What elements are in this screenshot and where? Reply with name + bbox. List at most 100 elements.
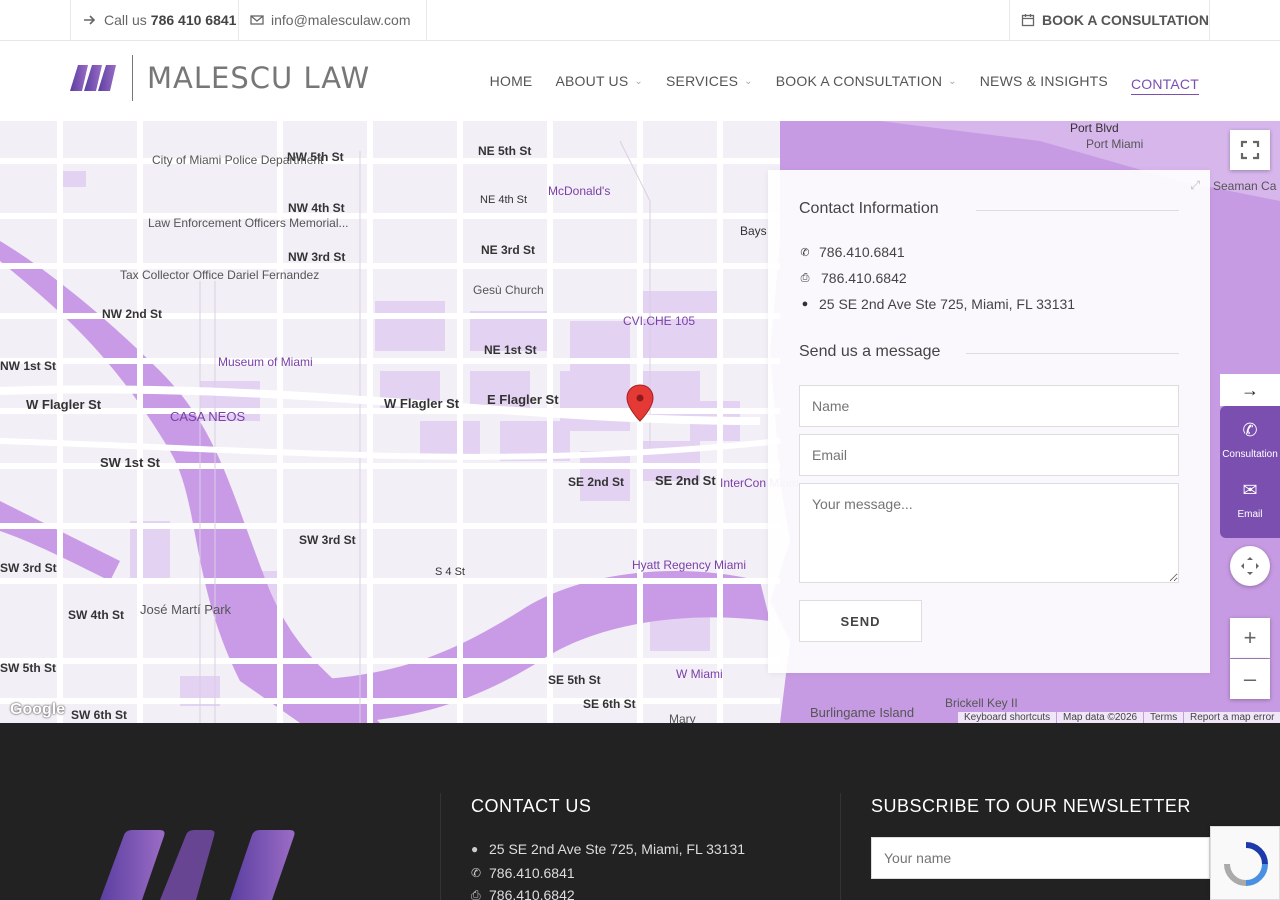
map-street-label: SE 5th St <box>548 673 601 687</box>
message-textarea[interactable] <box>799 483 1179 583</box>
contact-address-value: 25 SE 2nd Ave Ste 725, Miami, FL 33131 <box>819 296 1076 312</box>
google-logo: Google <box>10 701 66 718</box>
phone-icon: ✆ <box>1242 420 1258 440</box>
map-poi-label: Hyatt Regency Miami <box>632 558 747 572</box>
map-street-label: SW 6th St <box>71 708 127 722</box>
map-poi-label: CVI.CHE 105 <box>623 314 696 328</box>
top-book-consultation-link[interactable]: BOOK A CONSULTATION <box>1009 0 1210 40</box>
nav-services[interactable]: SERVICES ⌄ <box>666 61 753 101</box>
phone-icon: ✆ <box>471 866 482 880</box>
map-street-label: SW 5th St <box>0 661 56 675</box>
email-input[interactable] <box>799 434 1179 476</box>
arrow-right-icon: → <box>1241 379 1259 400</box>
map-street-label: SW 3rd St <box>0 561 57 575</box>
consultation-label: Consultation <box>1222 449 1278 460</box>
consultation-button[interactable]: ✆ Consultation <box>1220 410 1280 470</box>
footer-fax-value: 786.410.6842 <box>489 887 575 900</box>
fullscreen-icon <box>1240 140 1260 160</box>
map-street-label: SE 2nd St <box>655 473 716 488</box>
map-data-label: Map data ©2026 <box>1057 712 1144 723</box>
map-poi-label: Burlingame Island <box>810 705 915 720</box>
chevron-down-icon: ⌄ <box>948 75 957 87</box>
title-rule <box>976 210 1179 211</box>
map-street-label: NW 3rd St <box>288 250 346 264</box>
widget-buttons: ✆ Consultation ✉ Email <box>1220 406 1280 538</box>
map-street-label: S 4 St <box>435 566 465 578</box>
top-book-label: BOOK A CONSULTATION <box>1042 12 1209 28</box>
widget-toggle[interactable]: → <box>1220 374 1280 406</box>
contact-fax-value: 786.410.6842 <box>821 270 907 286</box>
email-label: Email <box>1237 509 1263 520</box>
map-poi-label: CASA NEOS <box>170 409 246 424</box>
arrow-right-icon <box>84 15 96 25</box>
map-street-label: SW 1st St <box>100 455 160 470</box>
contact-info-title: Contact Information <box>799 200 939 217</box>
top-call-link[interactable]: Call us 786 410 6841 <box>70 0 239 40</box>
map-street-label: Bays <box>740 224 767 238</box>
map-street-label: E Flagler St <box>487 392 559 407</box>
top-email-link[interactable]: info@malesculaw.com <box>238 0 427 40</box>
map-street-label: SE 2nd St <box>568 475 625 489</box>
recaptcha-badge[interactable] <box>1210 826 1280 900</box>
email-button[interactable]: ✉ Email <box>1220 470 1280 530</box>
contact-address: ● 25 SE 2nd Ave Ste 725, Miami, FL 33131 <box>799 296 1075 312</box>
map-street-label: NE 5th St <box>478 144 532 158</box>
map-poi-label: Museum of Miami <box>218 355 313 369</box>
top-email: info@malesculaw.com <box>271 12 411 28</box>
phone-icon: ✆ <box>800 246 810 259</box>
zoom-out-button[interactable]: – <box>1230 659 1270 699</box>
footer-phone[interactable]: ✆ 786.410.6841 <box>471 865 575 881</box>
contact-phone-value: 786.410.6841 <box>819 244 905 260</box>
map-poi-label: Mary <box>669 712 696 723</box>
nav-contact[interactable]: CONTACT <box>1130 73 1199 95</box>
chevron-down-icon: ⌄ <box>634 75 643 87</box>
footer-address: ● 25 SE 2nd Ave Ste 725, Miami, FL 33131 <box>471 841 745 857</box>
message-title: Send us a message <box>799 343 941 360</box>
map-street-label: NE 1st St <box>484 343 537 357</box>
keyboard-shortcuts-link[interactable]: Keyboard shortcuts <box>958 712 1057 723</box>
map-poi-label: Port Miami <box>1086 137 1144 151</box>
nav-news-insights[interactable]: NEWS & INSIGHTS <box>980 61 1108 101</box>
map-poi-label: Tax Collector Office Dariel Fernandez <box>120 268 320 282</box>
send-button[interactable]: SEND <box>799 600 922 642</box>
name-input[interactable] <box>799 385 1179 427</box>
map-street-label: NE 4th St <box>480 194 528 206</box>
logo-text: MALESCU LAW <box>147 61 371 95</box>
nav-book-consultation[interactable]: BOOK A CONSULTATION ⌄ <box>776 61 957 101</box>
map-poi-label: Gesù Church <box>473 283 544 297</box>
footer-divider <box>440 793 441 900</box>
nav-about-us[interactable]: ABOUT US ⌄ <box>555 61 643 101</box>
minus-icon: – <box>1243 666 1257 691</box>
fax-icon: ⎙ <box>471 887 481 900</box>
map-poi-label: City of Miami Police Department <box>152 153 324 167</box>
map-pin-icon: ● <box>471 842 479 856</box>
nav-contact-label: CONTACT <box>1130 75 1199 92</box>
map-poi-label: Law Enforcement Officers Memorial... <box>148 216 349 230</box>
fullscreen-button[interactable] <box>1230 130 1270 170</box>
map-street-label: SW 4th St <box>68 608 124 622</box>
footer-logo-icon <box>100 830 295 900</box>
site-header: MALESCU LAW HOME ABOUT US ⌄ SERVICES ⌄ BOO… <box>0 41 1280 121</box>
site-footer: CONTACT US ● 25 SE 2nd Ave Ste 725, Miam… <box>0 723 1280 900</box>
nav-home[interactable]: HOME <box>490 61 533 101</box>
logo-divider <box>132 55 133 101</box>
footer-fax: ⎙ 786.410.6842 <box>471 887 575 900</box>
zoom-in-button[interactable]: + <box>1230 618 1270 658</box>
envelope-icon <box>250 15 264 25</box>
collapse-icon[interactable]: ⤢ <box>1190 178 1200 193</box>
map-poi-label: Brickell Key II <box>945 696 1018 710</box>
call-prefix: Call us <box>104 12 147 28</box>
newsletter-name-input[interactable] <box>871 837 1210 879</box>
map-street-label: SW 3rd St <box>299 533 356 547</box>
map-poi-label: W Miami <box>676 667 723 681</box>
report-map-error-link[interactable]: Report a map error <box>1184 712 1280 723</box>
terms-link[interactable]: Terms <box>1144 712 1184 723</box>
map-street-label: NW 2nd St <box>102 307 162 321</box>
nav-services-label: SERVICES <box>666 73 739 89</box>
logo-link[interactable]: MALESCU LAW <box>70 55 370 101</box>
camera-control-button[interactable] <box>1230 546 1270 586</box>
side-contact-widget: → ✆ Consultation ✉ Email <box>1220 374 1280 538</box>
contact-phone: ✆ 786.410.6841 <box>799 244 905 260</box>
plus-icon: + <box>1243 625 1257 650</box>
map-street-label: NW 1st St <box>0 359 57 373</box>
